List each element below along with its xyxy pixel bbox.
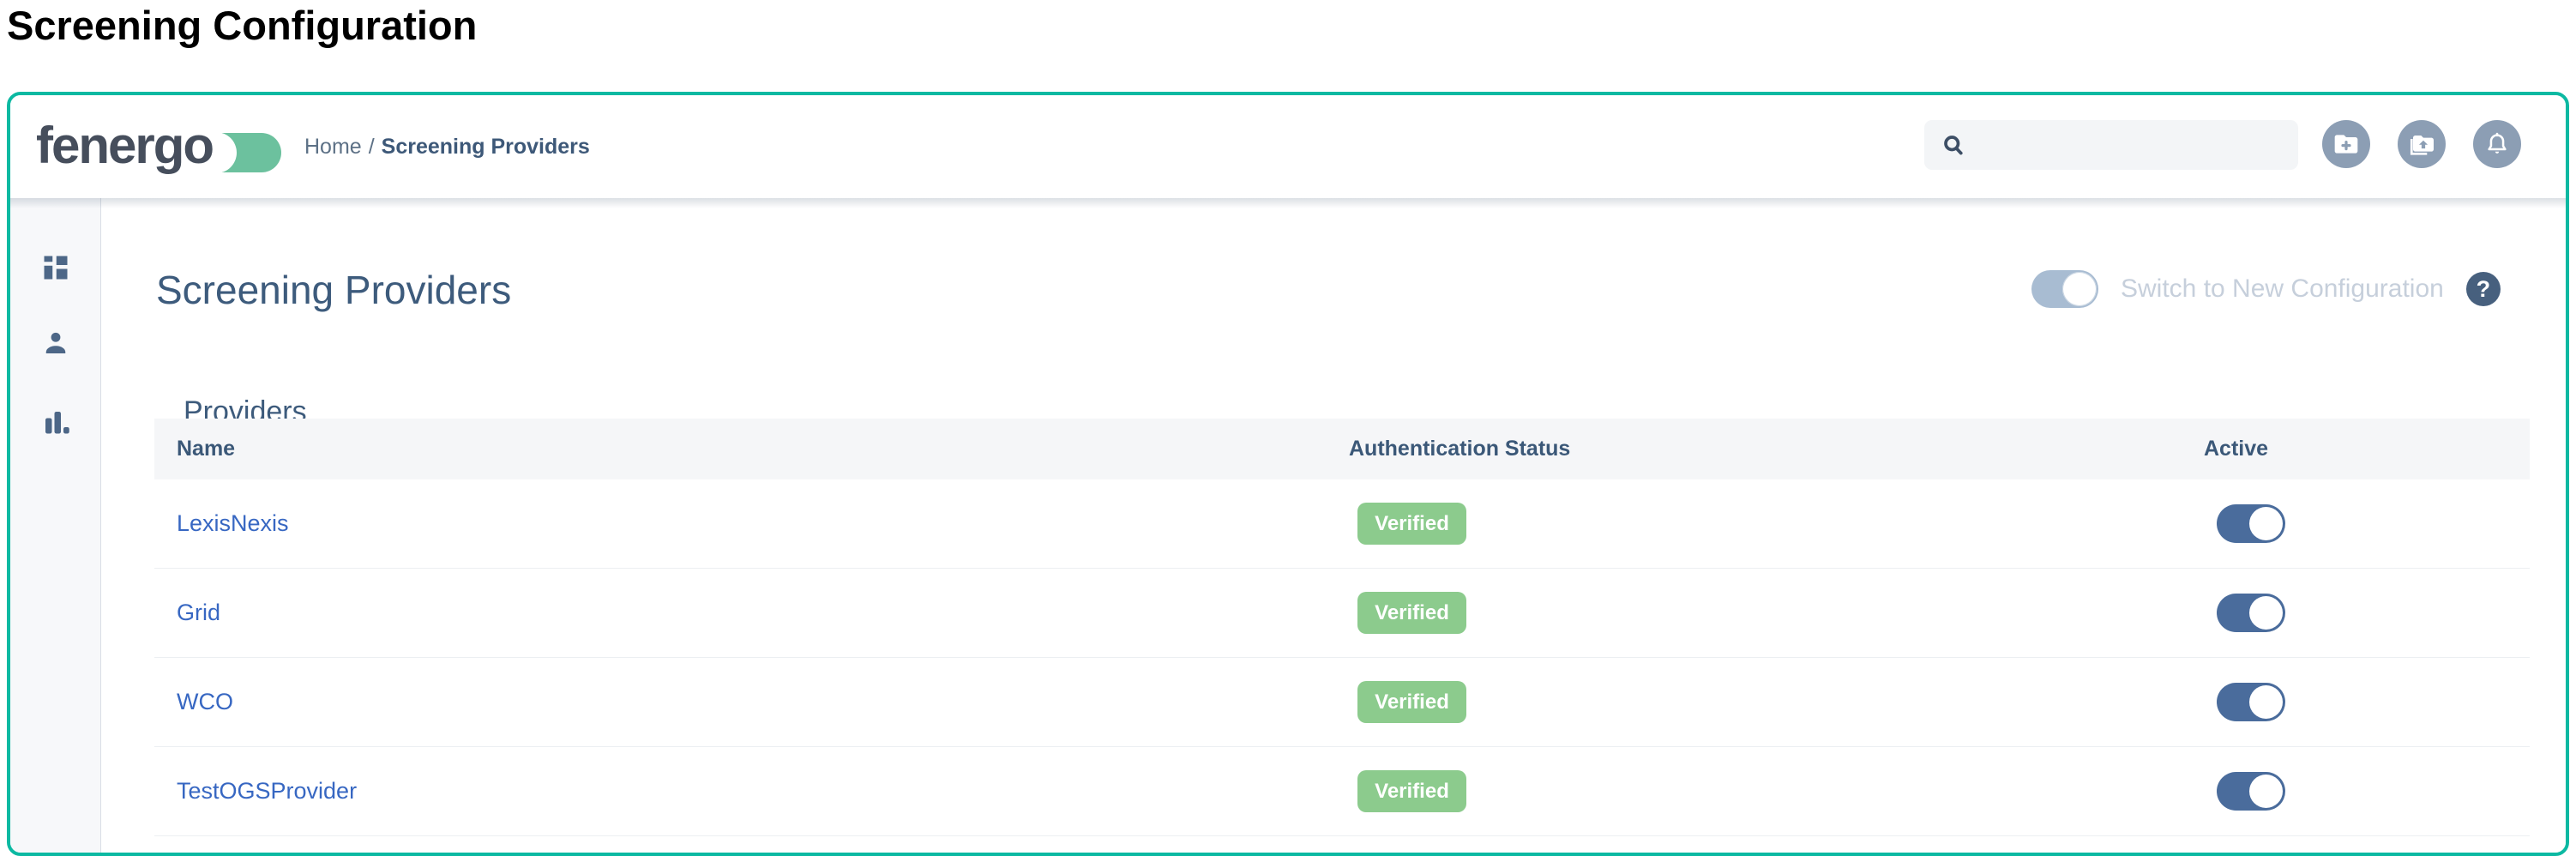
dashboard-icon <box>40 252 71 283</box>
app-window: fenergo Home / Screening Providers <box>7 92 2569 856</box>
column-header-authentication-status: Authentication Status <box>1349 437 2204 461</box>
table-row: WCO Verified <box>154 658 2530 747</box>
toggle-knob <box>2249 685 2283 719</box>
toggle-knob <box>2249 775 2283 808</box>
screen-heading: Screening Providers <box>156 267 511 313</box>
breadcrumb: Home / Screening Providers <box>304 95 590 198</box>
status-badge: Verified <box>1357 592 1466 634</box>
provider-link-grid[interactable]: Grid <box>177 600 220 625</box>
global-search[interactable] <box>1924 120 2298 170</box>
sidebar <box>10 198 101 853</box>
active-toggle-lexisnexis[interactable] <box>2217 504 2285 543</box>
status-badge: Verified <box>1357 503 1466 545</box>
provider-link-lexisnexis[interactable]: LexisNexis <box>177 510 289 536</box>
new-configuration-toggle-row: Switch to New Configuration ? <box>2031 270 2501 308</box>
column-header-active: Active <box>2204 437 2530 461</box>
active-toggle-testogsprovider[interactable] <box>2217 772 2285 811</box>
search-input[interactable] <box>1977 132 2286 159</box>
table-row: TestOGSProvider Verified <box>154 747 2530 836</box>
app-header: fenergo Home / Screening Providers <box>10 95 2566 198</box>
breadcrumb-current: Screening Providers <box>382 135 590 160</box>
active-toggle-grid[interactable] <box>2217 594 2285 632</box>
sidebar-item-users[interactable] <box>39 327 72 359</box>
breadcrumb-home-link[interactable]: Home <box>304 135 362 160</box>
help-question-icon[interactable]: ? <box>2466 272 2501 306</box>
table-row: LexisNexis Verified <box>154 479 2530 569</box>
user-icon <box>40 328 71 359</box>
search-icon <box>1941 133 1965 157</box>
notifications-bell-icon <box>2483 130 2511 158</box>
main-content: Screening Providers Switch to New Config… <box>102 198 2569 853</box>
page-title: Screening Configuration <box>7 2 477 49</box>
folder-add-button[interactable] <box>2322 120 2370 168</box>
column-header-name: Name <box>154 437 1349 461</box>
folder-add-icon <box>2332 130 2360 158</box>
sidebar-item-dashboard[interactable] <box>39 251 72 284</box>
active-toggle-wco[interactable] <box>2217 683 2285 721</box>
logo-text: fenergo <box>36 117 213 174</box>
fenergo-logo[interactable]: fenergo <box>36 114 293 183</box>
provider-link-testogsprovider[interactable]: TestOGSProvider <box>177 778 357 804</box>
header-shadow <box>10 198 2566 208</box>
switch-to-new-configuration-toggle[interactable] <box>2031 270 2098 308</box>
toggle-knob <box>2062 272 2097 306</box>
table-row: Grid Verified <box>154 569 2530 658</box>
switch-to-new-configuration-label: Switch to New Configuration <box>2121 274 2444 304</box>
breadcrumb-separator: / <box>369 135 375 160</box>
provider-link-wco[interactable]: WCO <box>177 689 233 714</box>
folder-upload-button[interactable] <box>2398 120 2446 168</box>
status-badge: Verified <box>1357 770 1466 812</box>
notifications-button[interactable] <box>2473 120 2521 168</box>
toggle-knob <box>2249 507 2283 540</box>
providers-table-header: Name Authentication Status Active <box>154 419 2530 479</box>
sidebar-item-reports[interactable] <box>39 406 72 438</box>
status-badge: Verified <box>1357 681 1466 723</box>
bar-chart-icon <box>40 407 71 437</box>
toggle-knob <box>2249 596 2283 630</box>
providers-table: Name Authentication Status Active LexisN… <box>154 419 2530 836</box>
folder-upload-icon <box>2408 130 2435 158</box>
